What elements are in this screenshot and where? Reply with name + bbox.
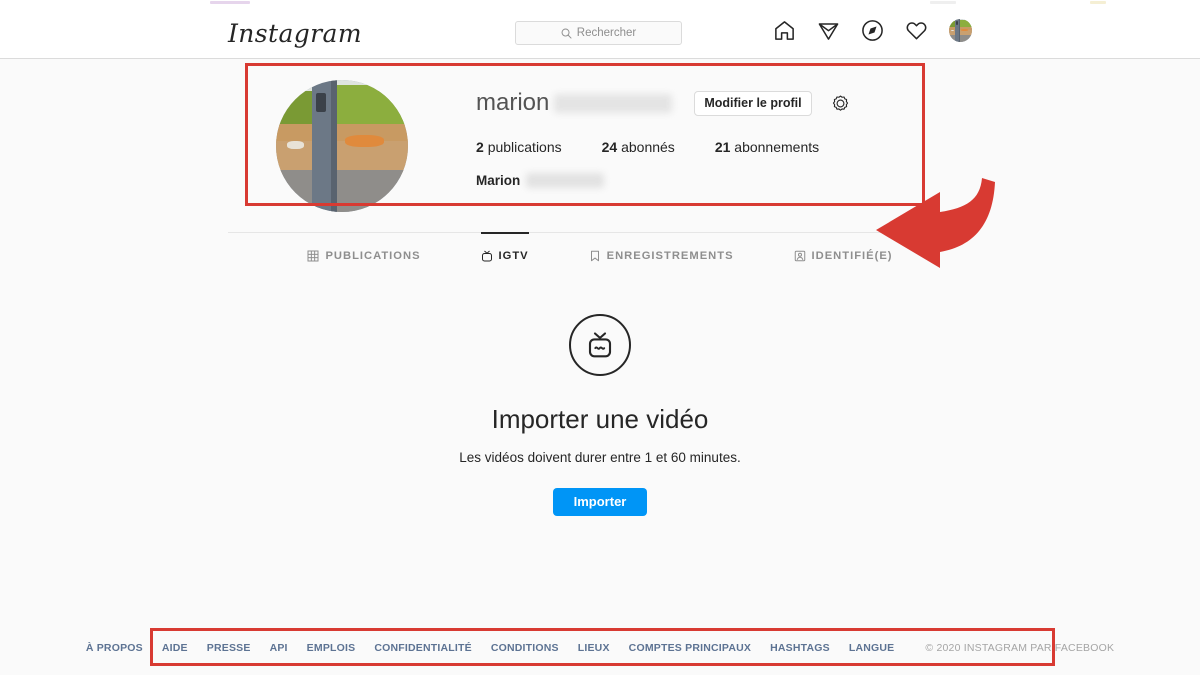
profile-picture-image xyxy=(276,80,408,212)
home-icon[interactable] xyxy=(773,19,796,42)
username-redacted xyxy=(554,93,673,113)
footer-link-confidentialite[interactable]: CONFIDENTIALITÉ xyxy=(374,642,472,654)
footer-link-api[interactable]: API xyxy=(270,642,288,654)
heart-icon[interactable] xyxy=(905,19,928,42)
footer-link-emplois[interactable]: EMPLOIS xyxy=(307,642,356,654)
full-name-text: Marion xyxy=(476,173,521,188)
username-row: marion Modifier le profil xyxy=(476,88,850,118)
footer-link-list: À PROPOS AIDE PRESSE API EMPLOIS CONFIDE… xyxy=(86,642,895,654)
avatar-image xyxy=(949,19,972,42)
instagram-logo[interactable]: Instagram xyxy=(228,19,362,48)
stat-followers[interactable]: 24 abonnés xyxy=(602,139,675,155)
stat-publications[interactable]: 2 publications xyxy=(476,139,562,155)
tab-label: ENREGISTREMENTS xyxy=(606,250,734,262)
footer-link-aide[interactable]: AIDE xyxy=(162,642,188,654)
profile-stats: 2 publications 24 abonnés 21 abonnements xyxy=(476,139,850,155)
top-navbar: Instagram Rechercher xyxy=(0,6,1200,59)
tab-publications[interactable]: PUBLICATIONS xyxy=(307,233,420,276)
username: marion xyxy=(476,89,550,116)
search-placeholder: Rechercher xyxy=(576,27,637,39)
footer-link-lieux[interactable]: LIEUX xyxy=(578,642,610,654)
import-video-button[interactable]: Importer xyxy=(552,488,648,516)
footer-copyright: © 2020 INSTAGRAM PAR FACEBOOK xyxy=(925,642,1115,654)
tab-label: IDENTIFIÉ(E) xyxy=(811,250,893,262)
profile-info: marion Modifier le profil 2 publications… xyxy=(476,80,850,188)
site-footer: À PROPOS AIDE PRESSE API EMPLOIS CONFIDE… xyxy=(0,642,1200,654)
footer-link-comptes-principaux[interactable]: COMPTES PRINCIPAUX xyxy=(629,642,751,654)
tab-label: PUBLICATIONS xyxy=(325,250,421,262)
footer-link-hashtags[interactable]: HASHTAGS xyxy=(770,642,830,654)
tab-identifie[interactable]: IDENTIFIÉ(E) xyxy=(794,233,893,276)
tab-enregistrements[interactable]: ENREGISTREMENTS xyxy=(589,233,734,276)
full-name-redacted xyxy=(526,173,605,188)
profile-full-name: Marion xyxy=(476,173,850,188)
chrome-artifact xyxy=(1090,1,1106,4)
igtv-subtitle: Les vidéos doivent durer entre 1 et 60 m… xyxy=(459,450,741,465)
igtv-title: Importer une vidéo xyxy=(491,404,709,434)
igtv-icon xyxy=(481,250,492,262)
grid-icon xyxy=(307,250,319,262)
profile-avatar[interactable] xyxy=(949,19,972,42)
gear-icon[interactable] xyxy=(831,94,850,113)
igtv-tv-icon xyxy=(569,314,631,376)
profile-tab-bar: PUBLICATIONS IGTV ENREGISTREMENTS IDENTI… xyxy=(228,232,972,276)
tab-igtv[interactable]: IGTV xyxy=(480,232,529,276)
tagged-icon xyxy=(794,250,805,262)
footer-link-conditions[interactable]: CONDITIONS xyxy=(491,642,559,654)
profile-header: marion Modifier le profil 2 publications… xyxy=(276,80,896,212)
stat-following[interactable]: 21 abonnements xyxy=(715,139,819,155)
bookmark-icon xyxy=(590,250,599,262)
footer-link-presse[interactable]: PRESSE xyxy=(207,642,251,654)
chrome-artifact xyxy=(930,1,956,4)
search-input[interactable]: Rechercher xyxy=(515,21,682,45)
profile-picture[interactable] xyxy=(276,80,408,212)
search-icon xyxy=(561,28,572,39)
send-icon[interactable] xyxy=(817,19,840,42)
footer-link-a-propos[interactable]: À PROPOS xyxy=(86,642,143,654)
edit-profile-button[interactable]: Modifier le profil xyxy=(694,90,812,116)
chrome-artifact xyxy=(210,1,250,4)
igtv-empty-state: Importer une vidéo Les vidéos doivent du… xyxy=(0,314,1200,516)
footer-link-langue[interactable]: LANGUE xyxy=(849,642,895,654)
main-content: marion Modifier le profil 2 publications… xyxy=(0,59,1200,675)
compass-icon[interactable] xyxy=(861,19,884,42)
tab-label: IGTV xyxy=(498,250,529,262)
nav-icon-group xyxy=(773,19,972,42)
